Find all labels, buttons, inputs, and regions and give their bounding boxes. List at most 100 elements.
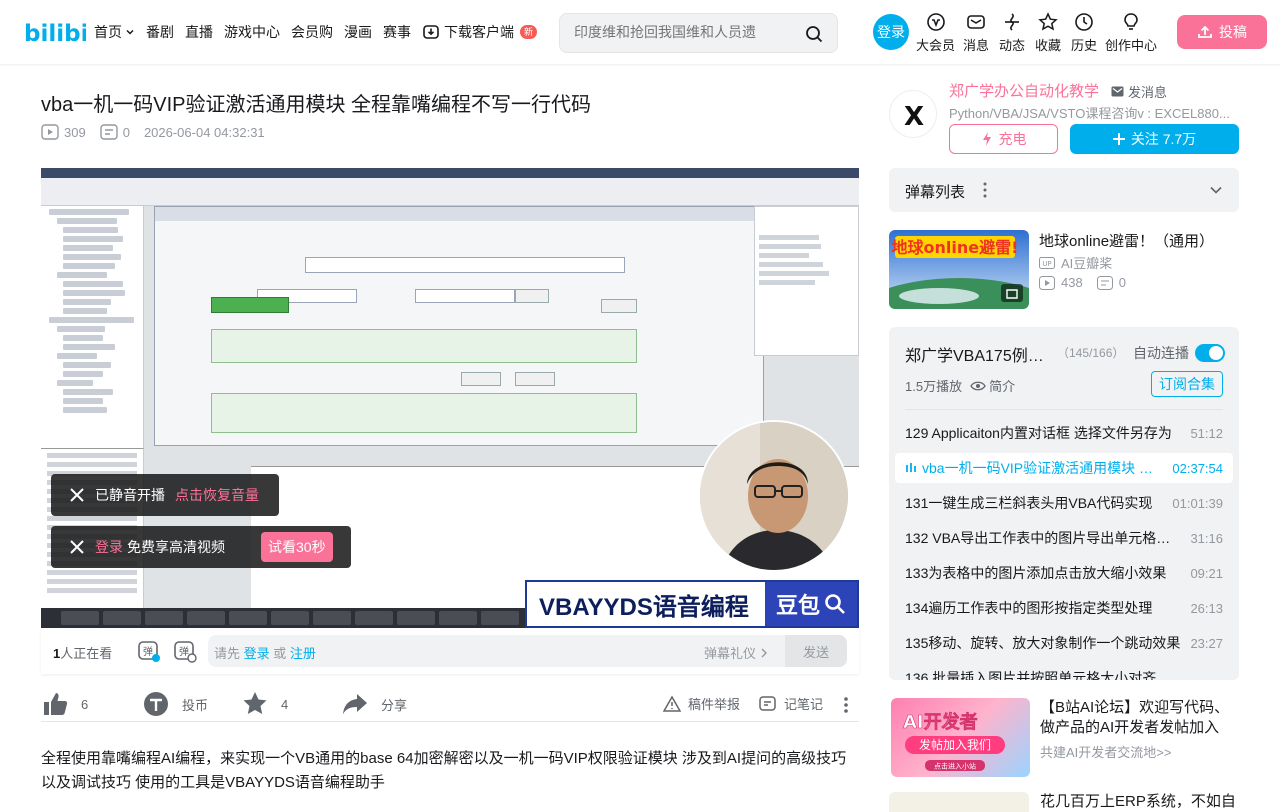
bilibili-logo[interactable]: bilibili [24, 18, 86, 46]
favorite-button[interactable]: 4 [241, 690, 288, 718]
share-button[interactable]: 分享 [341, 690, 407, 718]
episode-item[interactable]: 131一键生成三栏斜表头用VBA代码实现 01:01:39 [895, 488, 1233, 518]
danmaku-login-link[interactable]: 登录 [244, 646, 270, 661]
danmaku-count-value: 0 [122, 124, 130, 140]
nav-home[interactable]: 首页 [94, 22, 135, 42]
danmaku-input[interactable]: 请先 登录 或 注册 弹幕礼仪 发送 [208, 635, 847, 667]
danmaku-settings-icon[interactable]: 弹 [173, 639, 197, 663]
send-danmaku-button[interactable]: 发送 [785, 635, 847, 667]
toast-login-link[interactable]: 登录 [95, 537, 123, 557]
share-label: 分享 [381, 697, 408, 713]
follow-button[interactable]: 关注 7.7万 [1070, 124, 1239, 154]
svg-text:X: X [904, 102, 924, 132]
like-icon [44, 693, 68, 715]
header-vip[interactable]: 大会员 [916, 12, 955, 54]
ad-thumbnail[interactable]: AI开发者 发帖加入我们 点击进入小站 [891, 698, 1030, 777]
nav-esports[interactable]: 赛事 [383, 22, 411, 42]
episode-duration: 09:21 [1190, 565, 1223, 581]
upload-button[interactable]: 投稿 [1177, 15, 1267, 49]
collection-intro-link[interactable]: 简介 [970, 376, 1015, 395]
recommend-bottom-title[interactable]: 花几百万上ERP系统，不如自 [1040, 790, 1236, 811]
message-icon [967, 15, 985, 29]
upload-label: 投稿 [1219, 24, 1247, 40]
nav-game-center[interactable]: 游戏中心 [224, 22, 280, 42]
episode-item[interactable]: 129 Applicaiton内置对话框 选择文件另存为 51:12 [895, 418, 1233, 448]
episode-duration: 23:27 [1190, 635, 1223, 651]
search-box [559, 13, 838, 53]
danmaku-etiquette-link[interactable]: 弹幕礼仪 [704, 643, 768, 662]
header-history[interactable]: 历史 [1069, 12, 1099, 54]
danmaku-toggle-icon[interactable]: 弹 [137, 639, 161, 663]
favorite-icon [1038, 12, 1058, 31]
recommend-card-bottom[interactable]: 花几百万上ERP系统，不如自 [889, 792, 1239, 812]
chevron-down-icon[interactable] [1209, 183, 1223, 197]
try-30s-button[interactable]: 试看30秒 [261, 532, 333, 562]
episode-duration: 02:37:54 [1172, 460, 1223, 476]
nav-bangumi[interactable]: 番剧 [146, 22, 174, 42]
report-button[interactable]: 稿件举报 [663, 694, 740, 713]
episode-title: 135移动、旋转、放大对象制作一个跳动效果 [905, 635, 1181, 651]
download-icon [423, 25, 439, 39]
header-dynamic[interactable]: 动态 [997, 12, 1027, 54]
nav-mall[interactable]: 会员购 [291, 22, 333, 42]
hint-or: 或 [273, 646, 287, 661]
charge-label: 充电 [998, 131, 1027, 147]
close-icon[interactable] [69, 539, 85, 555]
episode-item[interactable]: 135移动、旋转、放大对象制作一个跳动效果 23:27 [895, 628, 1233, 658]
more-vertical-icon[interactable] [975, 181, 995, 199]
recommend-title[interactable]: 地球online避雷！（通用） [1039, 232, 1239, 252]
uploader-name[interactable]: 郑广学办公自动化教学 [949, 80, 1099, 101]
subscribe-collection-button[interactable]: 订阅合集 [1151, 371, 1223, 397]
login-button[interactable]: 登录 [873, 14, 909, 50]
header-message[interactable]: 消息 [961, 12, 991, 54]
recommend-bottom-thumbnail[interactable] [889, 792, 1029, 812]
nav-manga[interactable]: 漫画 [344, 22, 372, 42]
close-icon[interactable] [69, 487, 85, 503]
vbe-userform [154, 206, 764, 446]
recommend-card[interactable]: 地球online避雷! 地球online避雷！（通用） UP AI豆瓣桨 438… [889, 230, 1239, 310]
charge-button[interactable]: 充电 [949, 124, 1058, 154]
ad-title[interactable]: 【B站AI论坛】欢迎写代码、做产品的AI开发者发帖加入 [1040, 698, 1236, 738]
coin-label: 投币 [182, 697, 209, 713]
collection-stats: 1.5万播放 简介 [905, 376, 1015, 395]
search-icon[interactable] [805, 25, 823, 43]
uploader-avatar[interactable]: X [889, 90, 937, 138]
episode-item[interactable]: 136 批量插入图片并按照单元格大小对齐 [895, 663, 1233, 680]
send-message-button[interactable]: 发消息 [1111, 82, 1167, 101]
autoplay-switch[interactable] [1195, 344, 1225, 362]
more-icon[interactable] [843, 696, 849, 714]
chevron-right-icon [761, 648, 767, 657]
restore-volume-link[interactable]: 点击恢复音量 [175, 485, 259, 505]
episode-item[interactable]: 134遍历工作表中的图形按指定类型处理 26:13 [895, 593, 1233, 623]
vbe-toolbar [41, 178, 859, 206]
coin-button[interactable]: 投币 [142, 690, 208, 718]
danmaku-list-header[interactable]: 弹幕列表 [889, 168, 1239, 212]
episode-item[interactable]: 133为表格中的图片添加点击放大缩小效果 09:21 [895, 558, 1233, 588]
like-button[interactable]: 6 [41, 690, 88, 718]
episode-duration: 01:01:39 [1172, 495, 1223, 511]
history-icon [1075, 13, 1093, 31]
note-label: 记笔记 [784, 697, 824, 712]
ad-author[interactable]: 共建AI开发者交流地>> [1040, 742, 1171, 761]
header-favorite[interactable]: 收藏 [1033, 12, 1063, 54]
chevron-down-icon [126, 29, 134, 35]
video-actions: 6 投币 4 分享 稿件举报 记笔记 [41, 688, 859, 722]
episode-duration: 51:12 [1190, 425, 1223, 441]
svg-text:UP: UP [1042, 260, 1051, 268]
view-count-value: 309 [64, 124, 86, 140]
episode-item[interactable]: 132 VBA导出工作表中的图片导出单元格图片 31:16 [895, 523, 1233, 553]
recommend-author[interactable]: UP AI豆瓣桨 [1039, 253, 1112, 272]
episode-item-active[interactable]: vba一机一码VIP验证激活通用模块 全程靠嘴编程 02:37:54 [895, 453, 1233, 483]
note-button[interactable]: 记笔记 [759, 694, 823, 713]
recommend-thumbnail[interactable]: 地球online避雷! [889, 230, 1029, 309]
eye-icon [970, 381, 986, 390]
search-input[interactable] [574, 24, 794, 40]
autoplay-toggle[interactable]: 自动连播 [1133, 343, 1225, 363]
ad-card[interactable]: AI开发者 发帖加入我们 点击进入小站 【B站AI论坛】欢迎写代码、做产品的AI… [889, 698, 1239, 778]
nav-live[interactable]: 直播 [185, 22, 213, 42]
nav-download-client[interactable]: 下载客户端 新 [422, 22, 538, 42]
danmaku-register-link[interactable]: 注册 [290, 646, 316, 661]
header-creator[interactable]: 创作中心 [1105, 12, 1157, 54]
hint-prefix: 请先 [214, 646, 241, 661]
collection-title[interactable]: 郑广学VBA175例视频教程 [905, 342, 1050, 366]
